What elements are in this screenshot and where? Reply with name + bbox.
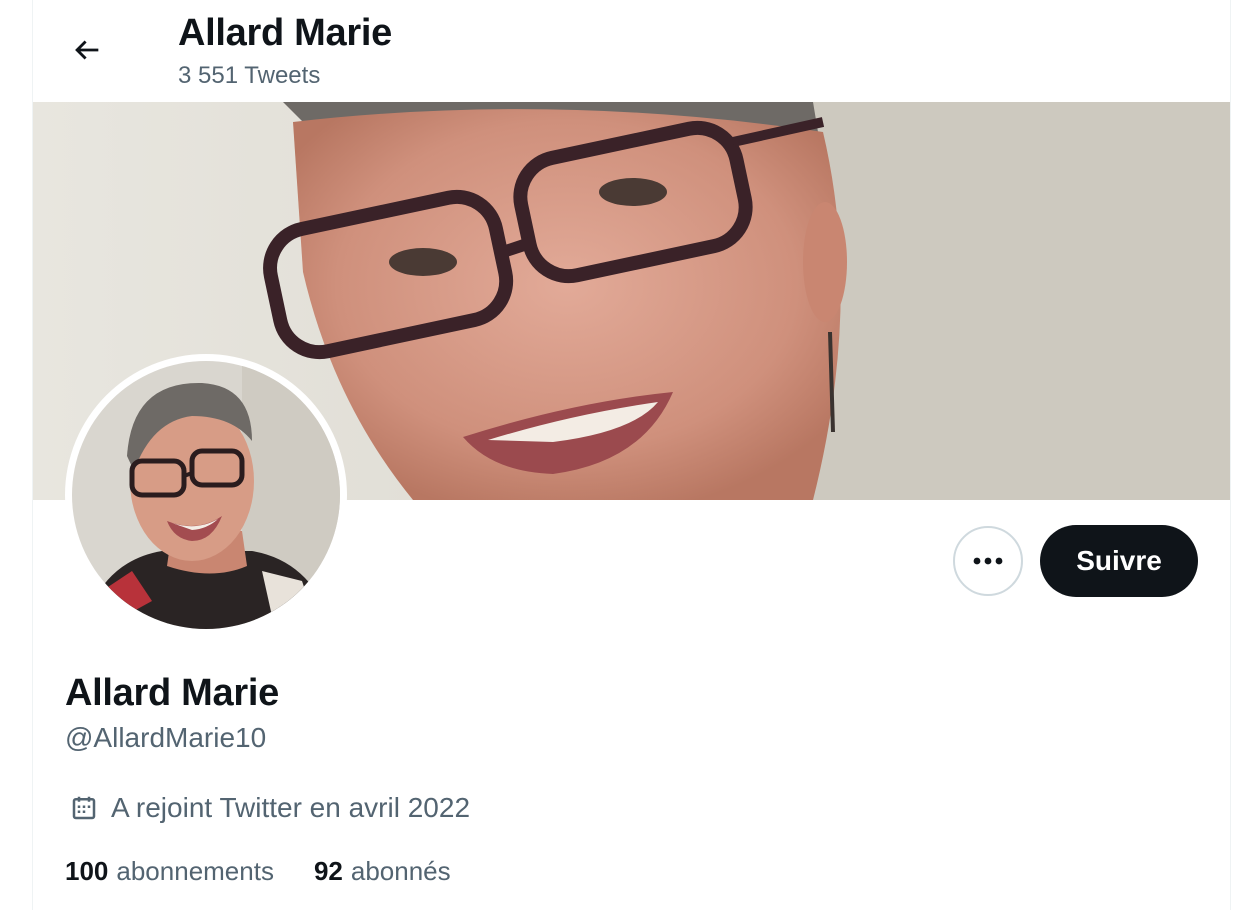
following-link[interactable]: 100 abonnements (65, 856, 274, 887)
join-date-text: A rejoint Twitter en avril 2022 (111, 792, 471, 823)
avatar-image (72, 361, 340, 629)
join-date: A rejoint Twitter en avril 2022 (69, 792, 470, 824)
avatar-frame (65, 354, 347, 636)
more-options-button[interactable] (953, 526, 1023, 596)
more-horizontal-icon (973, 557, 1003, 565)
followers-label: abonnés (350, 856, 451, 886)
avatar[interactable] (72, 361, 340, 629)
followers-link[interactable]: 92 abonnés (314, 856, 451, 887)
tweet-count: 3 551 Tweets (178, 62, 321, 89)
profile-column: Allard Marie 3 551 Tweets Suivre Allard … (32, 0, 1231, 910)
calendar-icon (72, 796, 96, 820)
user-handle: @AllardMarie10 (65, 722, 267, 753)
followers-count: 92 (313, 856, 343, 886)
follow-button[interactable]: Suivre (1040, 525, 1198, 597)
follow-stats: 100 abonnements 92 abonnés (65, 856, 451, 887)
following-count: 100 (65, 856, 109, 886)
profile-header: Allard Marie 3 551 Tweets (33, 0, 1230, 102)
header-title: Allard Marie (178, 12, 392, 54)
display-name: Allard Marie (65, 672, 279, 714)
arrow-left-icon (75, 40, 99, 60)
back-button[interactable] (59, 22, 115, 78)
following-label: abonnements (116, 856, 274, 886)
